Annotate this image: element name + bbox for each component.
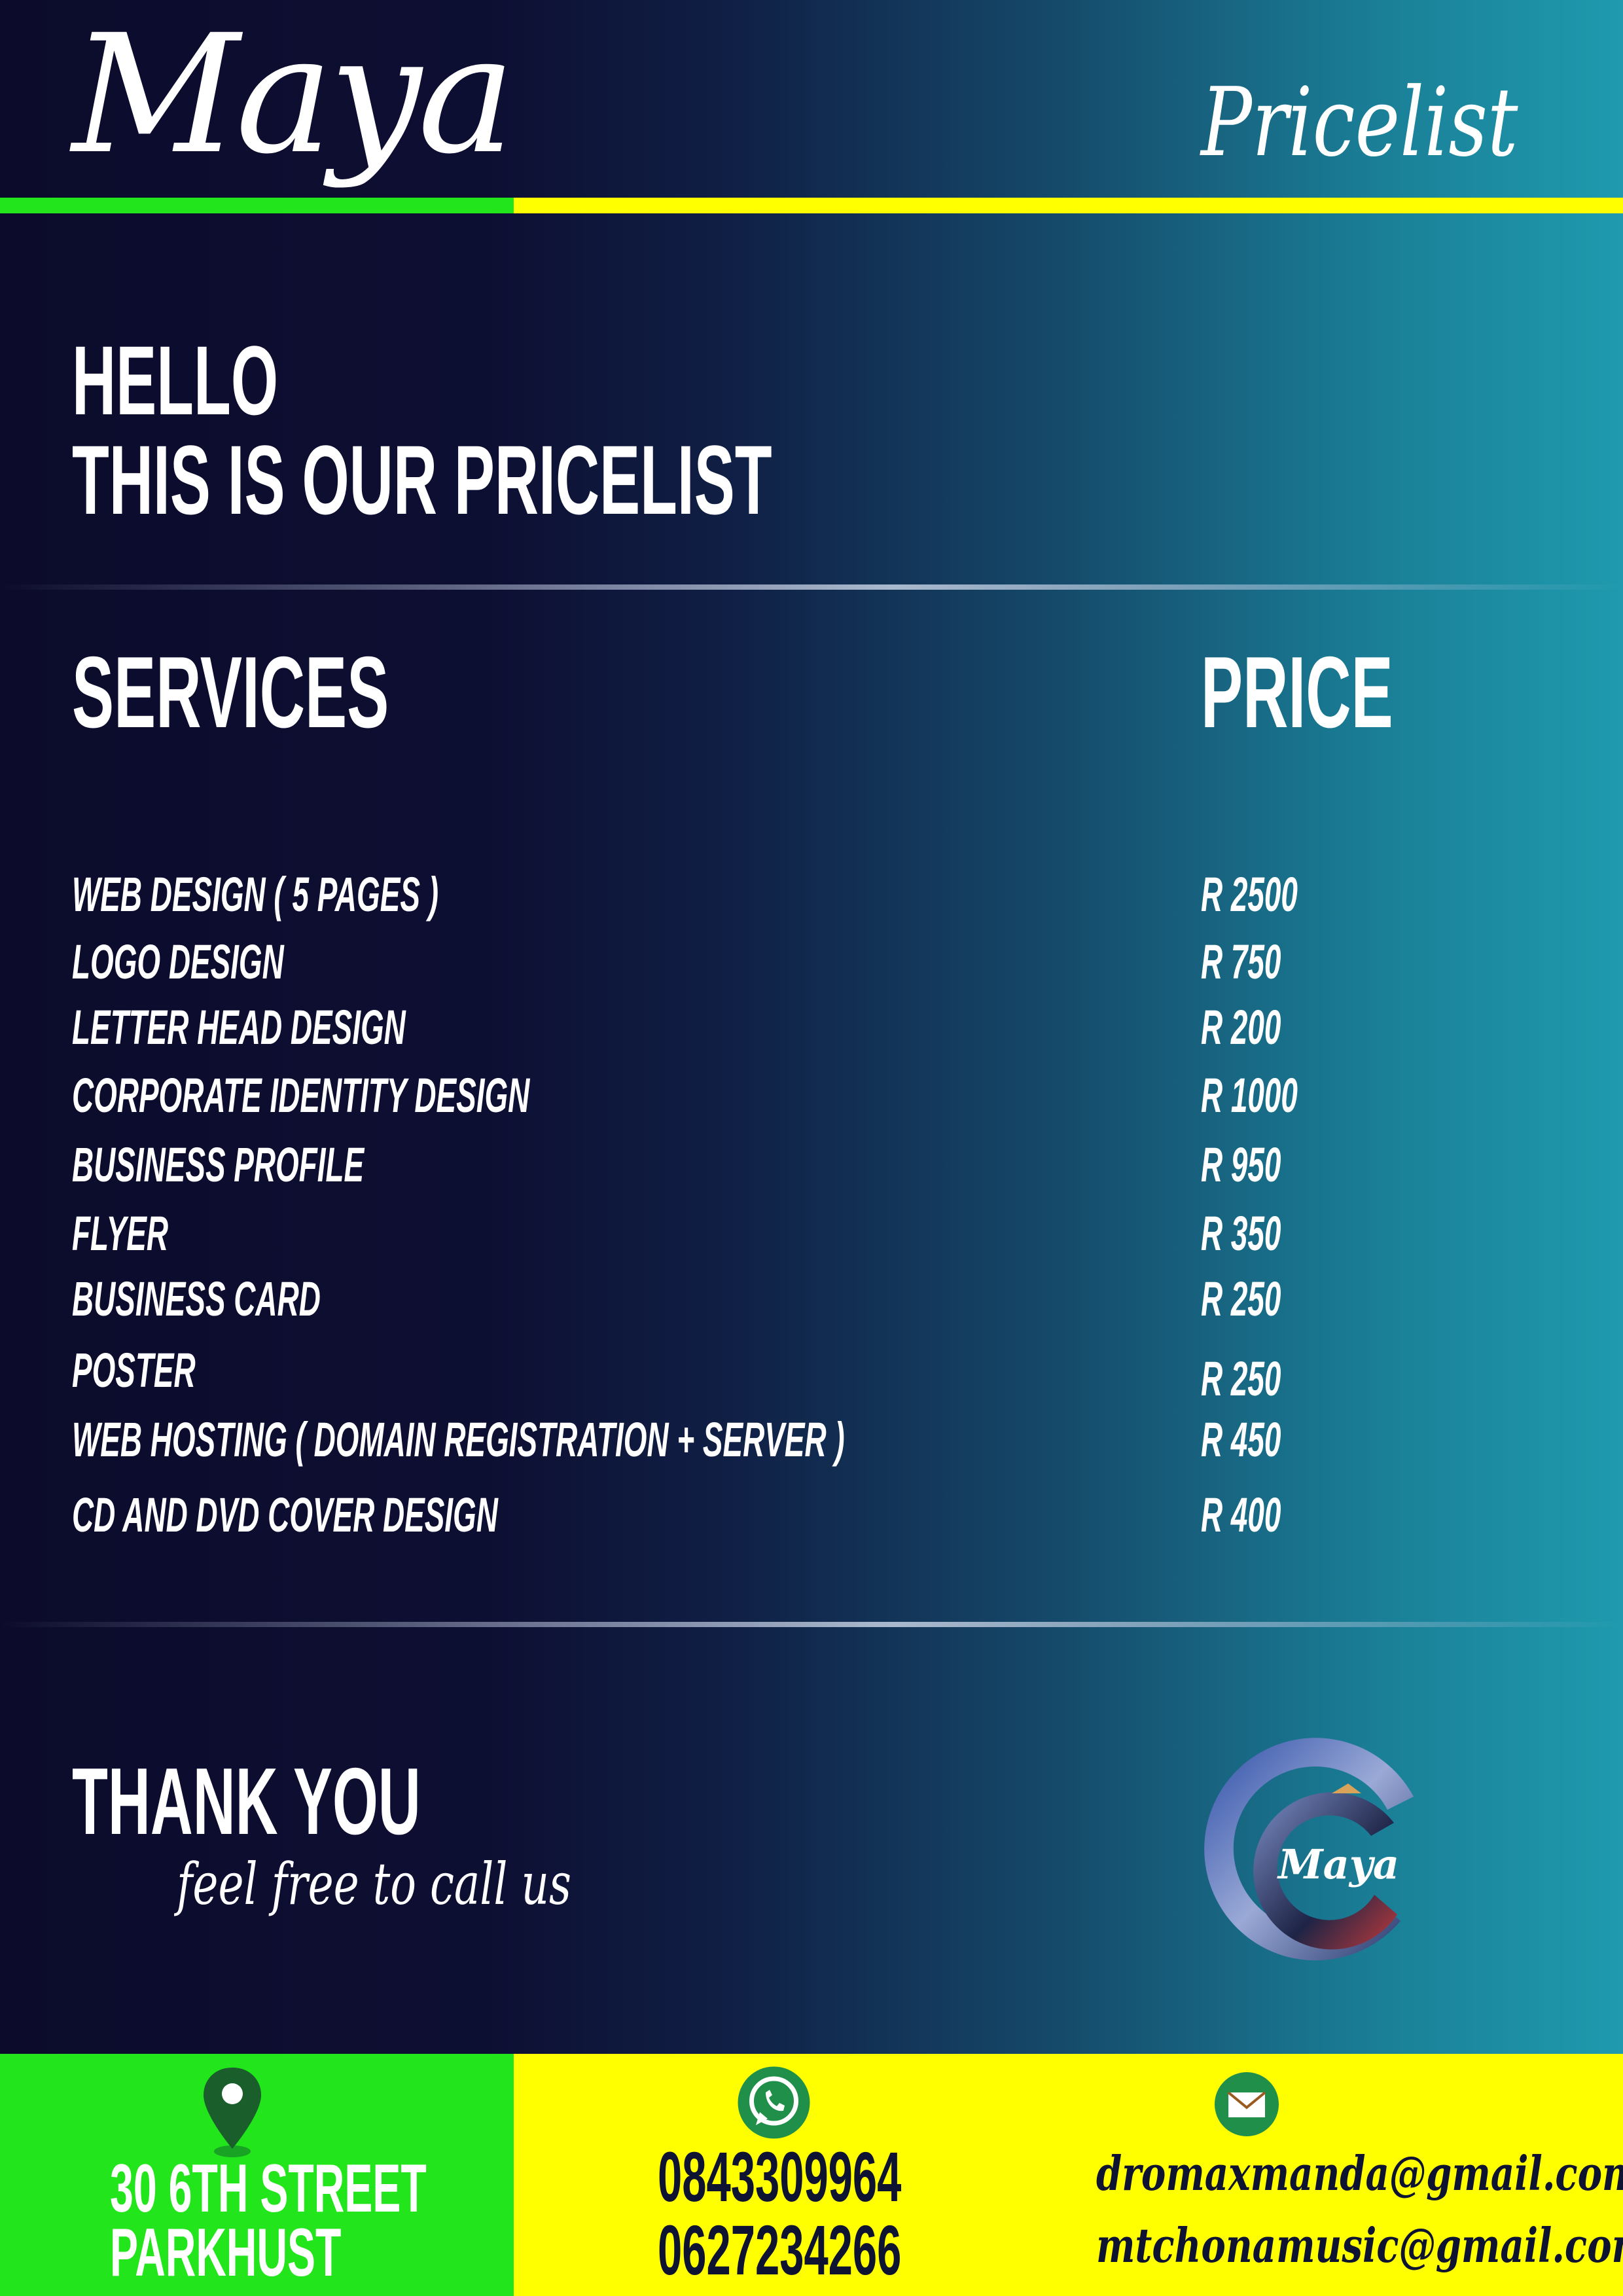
header-accent-green — [0, 198, 514, 213]
price-item: R 950 — [1201, 1138, 1281, 1192]
mail-icon[interactable] — [1214, 2072, 1279, 2137]
intro-line-1: HELLO — [72, 325, 279, 435]
phone-number-1[interactable]: 0843309964 — [658, 2140, 901, 2214]
service-item: LOGO DESIGN — [72, 935, 284, 989]
price-item: R 350 — [1201, 1206, 1281, 1261]
document-title: Pricelist — [1201, 67, 1518, 178]
brand-title: Maya — [72, 0, 515, 190]
service-item: FLYER — [72, 1206, 168, 1261]
service-item: WEB HOSTING ( DOMAIN REGISTRATION + SERV… — [72, 1412, 845, 1467]
email-address-1[interactable]: dromaxmanda@gmail.com — [1096, 2150, 1623, 2197]
phone-numbers: 0843309964 0627234266 — [658, 2140, 901, 2287]
price-item: R 750 — [1201, 935, 1281, 989]
address-line-2: PARKHUST — [110, 2215, 342, 2291]
price-item: R 450 — [1201, 1412, 1281, 1467]
intro-line-2: THIS IS OUR PRICELIST — [72, 425, 772, 535]
price-item: R 250 — [1201, 1272, 1281, 1326]
address-line-1: 30 6TH STREET — [110, 2151, 427, 2227]
whatsapp-icon[interactable] — [736, 2065, 812, 2140]
call-us-tagline: feel free to call us — [177, 1850, 571, 1918]
logo-wordmark: Maya — [1278, 1840, 1400, 1888]
divider-top — [0, 584, 1623, 590]
price-item: R 250 — [1201, 1352, 1281, 1406]
header-accent-yellow — [514, 198, 1623, 213]
price-item: R 2500 — [1201, 867, 1298, 922]
price-item: R 1000 — [1201, 1068, 1298, 1122]
divider-bottom — [0, 1622, 1623, 1627]
service-item: LETTER HEAD DESIGN — [72, 1000, 406, 1054]
email-address-2[interactable]: mtchonamusic@gmail.com — [1096, 2222, 1623, 2269]
address-block: 30 6TH STREET PARKHUST — [110, 2151, 427, 2291]
service-item: CD AND DVD COVER DESIGN — [72, 1488, 498, 1542]
services-column-header: SERVICES — [72, 636, 389, 749]
service-item: POSTER — [72, 1343, 196, 1397]
location-pin-icon — [204, 2068, 261, 2157]
service-item: CORPORATE IDENTITY DESIGN — [72, 1068, 530, 1122]
service-item: BUSINESS PROFILE — [72, 1138, 365, 1192]
service-item: WEB DESIGN ( 5 PAGES ) — [72, 867, 438, 922]
pricelist-page: Maya Pricelist HELLO THIS IS OUR PRICELI… — [0, 0, 1623, 2296]
service-item: BUSINESS CARD — [72, 1272, 321, 1326]
thank-you-heading: THANK YOU — [72, 1748, 421, 1854]
price-item: R 400 — [1201, 1488, 1281, 1542]
phone-number-2[interactable]: 0627234266 — [658, 2214, 901, 2287]
price-column-header: PRICE — [1201, 636, 1393, 749]
intro-heading: HELLO THIS IS OUR PRICELIST — [72, 331, 772, 529]
price-item: R 200 — [1201, 1000, 1281, 1054]
